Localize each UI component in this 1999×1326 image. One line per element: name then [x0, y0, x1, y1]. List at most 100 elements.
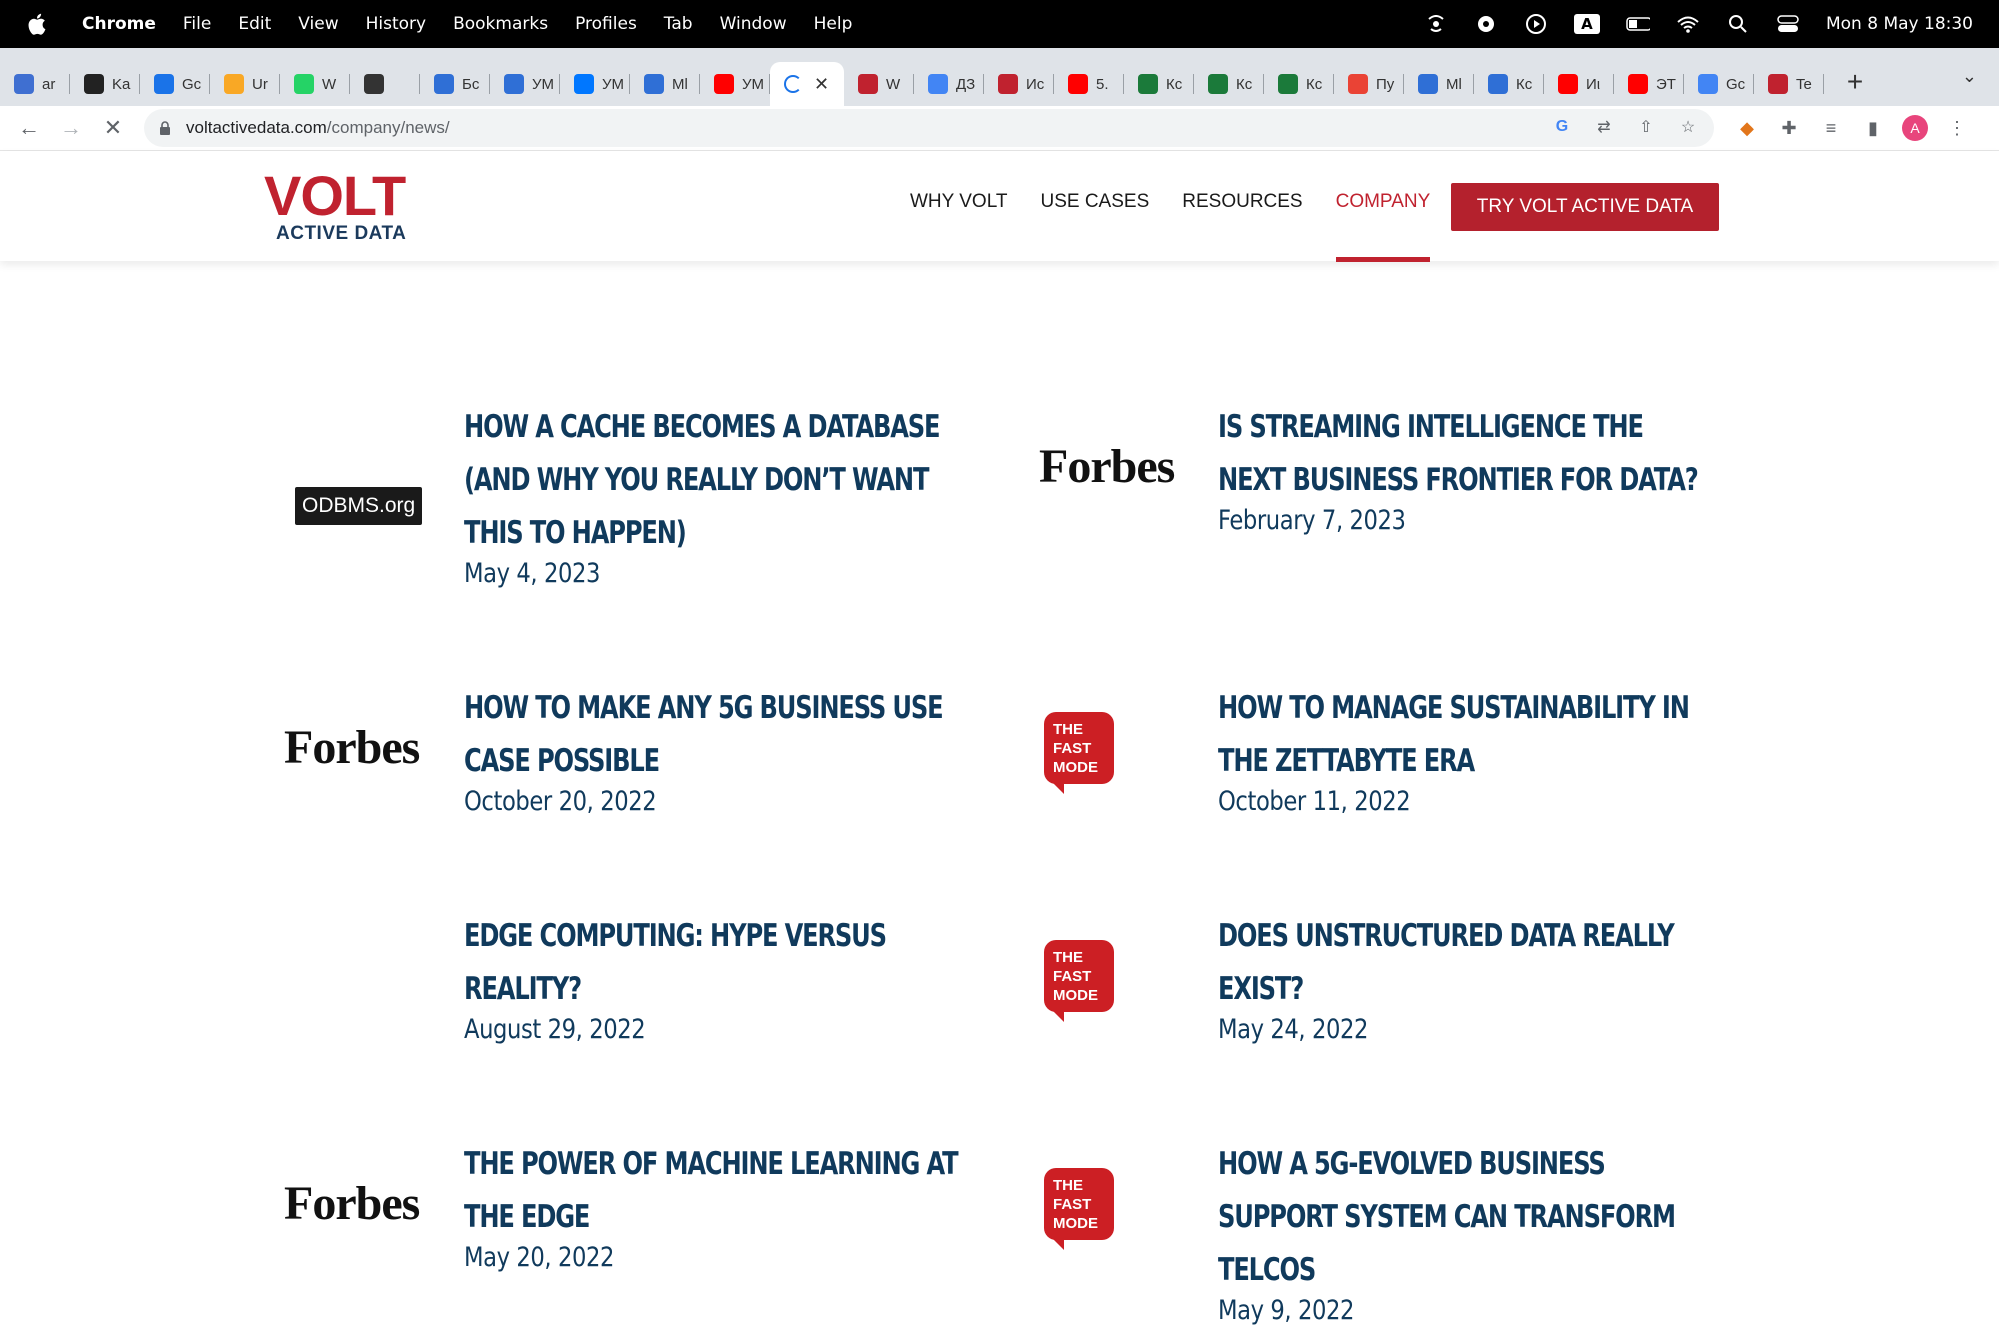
browser-tab[interactable]: W: [844, 62, 914, 106]
close-tab-icon[interactable]: ✕: [814, 74, 829, 95]
volt-logo[interactable]: VOLT ACTIVE DATA: [264, 168, 428, 245]
forbes-logo[interactable]: Forbes: [1039, 439, 1175, 494]
article-headline-link[interactable]: EDGE COMPUTING: HYPE VERSUS REALITY?: [464, 910, 963, 1016]
browser-tab[interactable]: ЭТ: [1614, 62, 1684, 106]
article-headline-link[interactable]: THE POWER OF MACHINE LEARNING AT THE EDG…: [464, 1138, 963, 1244]
article-headline-link[interactable]: IS STREAMING INTELLIGENCE THE NEXT BUSIN…: [1218, 401, 1717, 507]
the-fast-mode-logo[interactable]: THE FAST MODE: [1044, 1168, 1116, 1250]
forbes-logo[interactable]: Forbes: [284, 1176, 420, 1231]
browser-tab[interactable]: Пу: [1334, 62, 1404, 106]
play-circle-icon[interactable]: [1524, 12, 1548, 36]
browser-tab[interactable]: Gc: [1684, 62, 1754, 106]
browser-tab[interactable]: Иι: [1544, 62, 1614, 106]
url-text[interactable]: voltactivedata.com/company/news/: [186, 118, 450, 138]
odbms-logo[interactable]: ODBMS.org: [295, 487, 423, 525]
browser-tab[interactable]: Ис: [984, 62, 1054, 106]
tab-title: Ис: [1026, 75, 1045, 93]
browser-tab[interactable]: ar: [0, 62, 70, 106]
airdrop-icon[interactable]: [1424, 12, 1448, 36]
browser-tab[interactable]: Кс: [1124, 62, 1194, 106]
forbes-logo[interactable]: Forbes: [284, 720, 420, 775]
nav-company[interactable]: COMPANY: [1335, 191, 1430, 262]
side-panel-icon[interactable]: ▮: [1860, 115, 1886, 141]
google-lens-icon[interactable]: G: [1550, 115, 1574, 139]
menu-view[interactable]: View: [298, 14, 338, 34]
article-headline-link[interactable]: HOW TO MANAGE SUSTAINABILITY IN THE ZETT…: [1218, 682, 1717, 788]
input-source-badge[interactable]: A: [1573, 14, 1600, 34]
try-volt-button[interactable]: TRY VOLT ACTIVE DATA: [1451, 183, 1719, 231]
menu-file[interactable]: File: [183, 14, 211, 34]
the-fast-mode-logo[interactable]: THE FAST MODE: [1044, 940, 1116, 1022]
nav-resources[interactable]: RESOURCES: [1182, 191, 1302, 261]
browser-tab[interactable]: [350, 62, 420, 106]
browser-tab[interactable]: Ur: [210, 62, 280, 106]
browser-tab[interactable]: УМ: [700, 62, 770, 106]
the-fast-mode-logo[interactable]: THE FAST MODE: [1044, 712, 1116, 794]
browser-tab[interactable]: ДЗ: [914, 62, 984, 106]
bookmark-star-icon[interactable]: ☆: [1676, 115, 1700, 139]
news-articles-grid: ODBMS.org HOW A CACHE BECOMES A DATABASE …: [0, 261, 1999, 1326]
browser-tab[interactable]: Бс: [420, 62, 490, 106]
control-center-icon[interactable]: [1776, 12, 1800, 36]
article-headline-link[interactable]: HOW TO MAKE ANY 5G BUSINESS USE CASE POS…: [464, 682, 963, 788]
browser-tab[interactable]: Te: [1754, 62, 1824, 106]
tab-title: Кс: [1236, 75, 1253, 93]
browser-tab-active[interactable]: ✕: [770, 62, 844, 106]
translate-icon[interactable]: ⇄: [1592, 115, 1616, 139]
browser-tab[interactable]: Ka: [70, 62, 140, 106]
new-tab-button[interactable]: +: [1840, 66, 1870, 98]
forward-arrow-icon[interactable]: →: [56, 113, 86, 143]
article-headline-link[interactable]: HOW A 5G-EVOLVED BUSINESS SUPPORT SYSTEM…: [1218, 1138, 1717, 1297]
chrome-menu-icon[interactable]: ⋮: [1944, 115, 1970, 141]
nav-use-cases[interactable]: USE CASES: [1040, 191, 1149, 261]
menu-bookmarks[interactable]: Bookmarks: [453, 14, 548, 34]
menu-tab[interactable]: Tab: [664, 14, 693, 34]
wifi-icon[interactable]: [1676, 12, 1700, 36]
tab-title: Пу: [1376, 75, 1395, 93]
menu-clock[interactable]: Mon 8 May 18:30: [1826, 14, 1973, 34]
menu-window[interactable]: Window: [720, 14, 787, 34]
browser-tab[interactable]: Кс: [1264, 62, 1334, 106]
loading-spinner-icon: [784, 75, 802, 93]
reading-list-icon[interactable]: ≡: [1818, 115, 1844, 141]
maps-pin-icon: [1348, 74, 1368, 94]
browser-tab[interactable]: Gc: [140, 62, 210, 106]
volt-icon: [858, 74, 878, 94]
metamask-fox-icon[interactable]: ◆: [1734, 115, 1760, 141]
browser-tab[interactable]: УМ: [560, 62, 630, 106]
battery-icon[interactable]: [1626, 12, 1650, 36]
menu-history[interactable]: History: [366, 14, 426, 34]
article-headline-link[interactable]: DOES UNSTRUCTURED DATA REALLY EXIST?: [1218, 910, 1717, 1016]
spotlight-search-icon[interactable]: [1726, 12, 1750, 36]
site-nav: WHY VOLT USE CASES RESOURCES COMPANY: [910, 191, 1430, 262]
browser-tab[interactable]: Ml: [630, 62, 700, 106]
volt-icon: [1768, 74, 1788, 94]
menu-app-name[interactable]: Chrome: [82, 14, 156, 34]
browser-tab[interactable]: УМ: [490, 62, 560, 106]
extensions-puzzle-icon[interactable]: ✚: [1776, 115, 1802, 141]
browser-tab[interactable]: W: [280, 62, 350, 106]
tab-title: 5.: [1096, 75, 1109, 93]
menu-help[interactable]: Help: [814, 14, 853, 34]
docs-icon: [928, 74, 948, 94]
menu-profiles[interactable]: Profiles: [575, 14, 637, 34]
nav-why-volt[interactable]: WHY VOLT: [910, 191, 1007, 261]
browser-tab[interactable]: Кс: [1474, 62, 1544, 106]
back-arrow-icon[interactable]: ←: [14, 113, 44, 143]
article-headline-link[interactable]: HOW A CACHE BECOMES A DATABASE (AND WHY …: [464, 401, 963, 560]
browser-tab[interactable]: 5.: [1054, 62, 1124, 106]
tab-title: Иι: [1586, 75, 1601, 93]
browser-tab[interactable]: Ml: [1404, 62, 1474, 106]
address-bar[interactable]: voltactivedata.com/company/news/ G ⇄ ⇧ ☆: [144, 109, 1714, 147]
browser-tab[interactable]: Кс: [1194, 62, 1264, 106]
profile-avatar[interactable]: A: [1902, 115, 1928, 141]
creative-cloud-icon[interactable]: [1474, 12, 1498, 36]
share-icon[interactable]: ⇧: [1634, 115, 1658, 139]
lock-icon[interactable]: [158, 121, 172, 135]
tab-search-chevron-icon[interactable]: ⌄: [1962, 66, 1977, 87]
menu-edit[interactable]: Edit: [238, 14, 271, 34]
runner-icon: [1208, 74, 1228, 94]
speech-tail-icon: [1052, 1010, 1064, 1022]
apple-icon[interactable]: [26, 12, 48, 36]
stop-loading-icon[interactable]: ✕: [98, 113, 128, 143]
